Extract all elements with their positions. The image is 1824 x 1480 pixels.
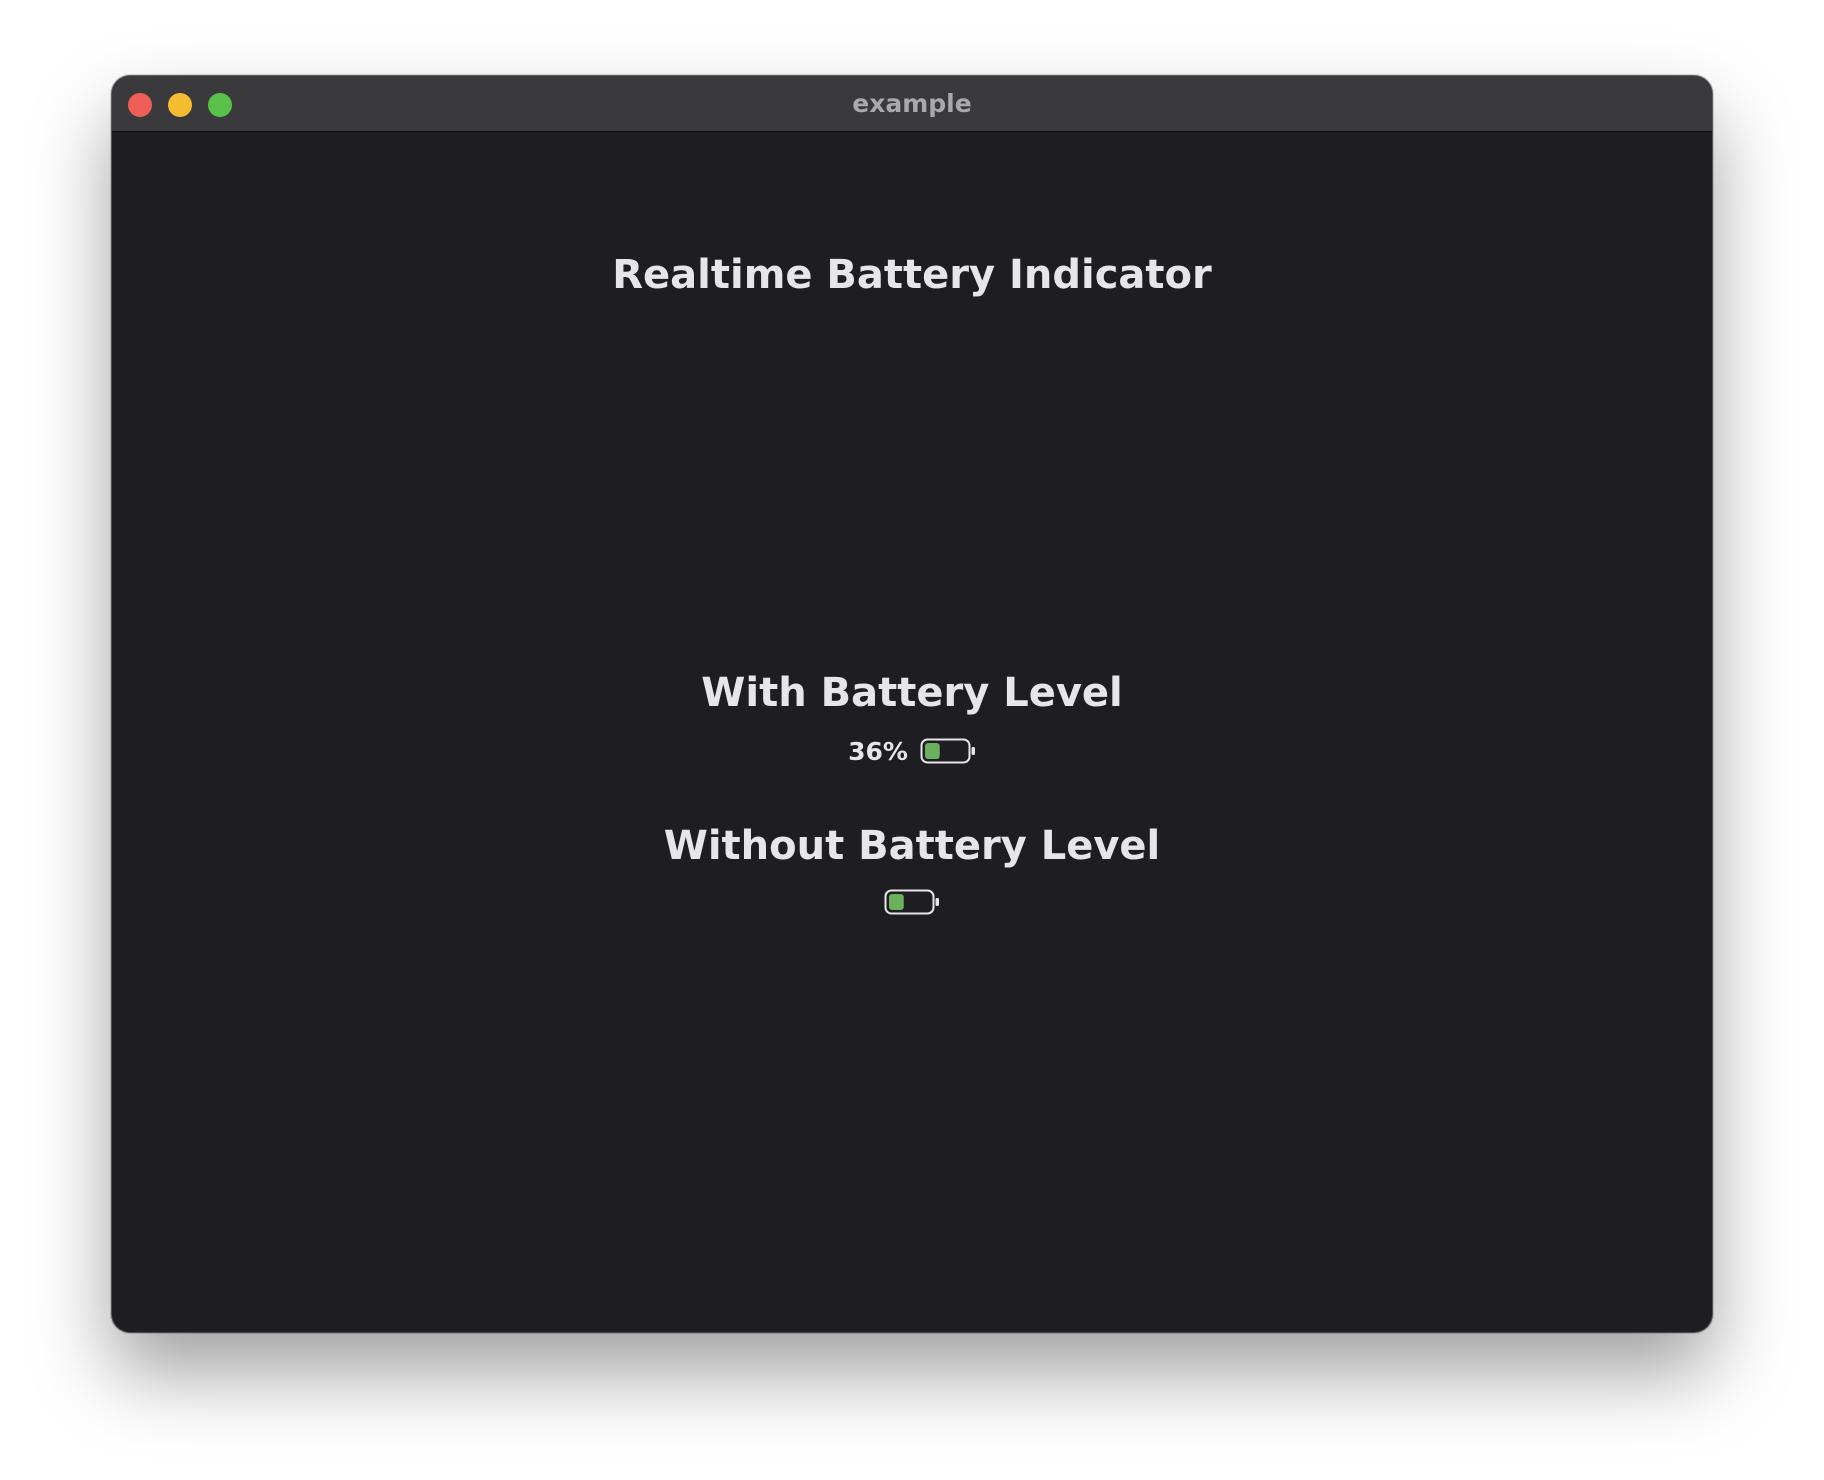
window-title: example (852, 89, 972, 118)
page-title: Realtime Battery Indicator (612, 252, 1212, 298)
without-battery-level-heading: Without Battery Level (663, 823, 1161, 869)
main-content: Realtime Battery Indicator With Battery … (112, 133, 1712, 1332)
battery-icon (920, 738, 975, 764)
battery-indicator-without-level (112, 887, 1712, 917)
app-window: example Realtime Battery Indicator With … (112, 76, 1712, 1332)
battery-icon (884, 889, 939, 915)
battery-indicator-with-level: 36% (112, 736, 1712, 766)
title-bar[interactable]: example (112, 76, 1712, 132)
battery-level-text: 36% (848, 736, 908, 766)
with-battery-level-heading: With Battery Level (701, 670, 1123, 716)
